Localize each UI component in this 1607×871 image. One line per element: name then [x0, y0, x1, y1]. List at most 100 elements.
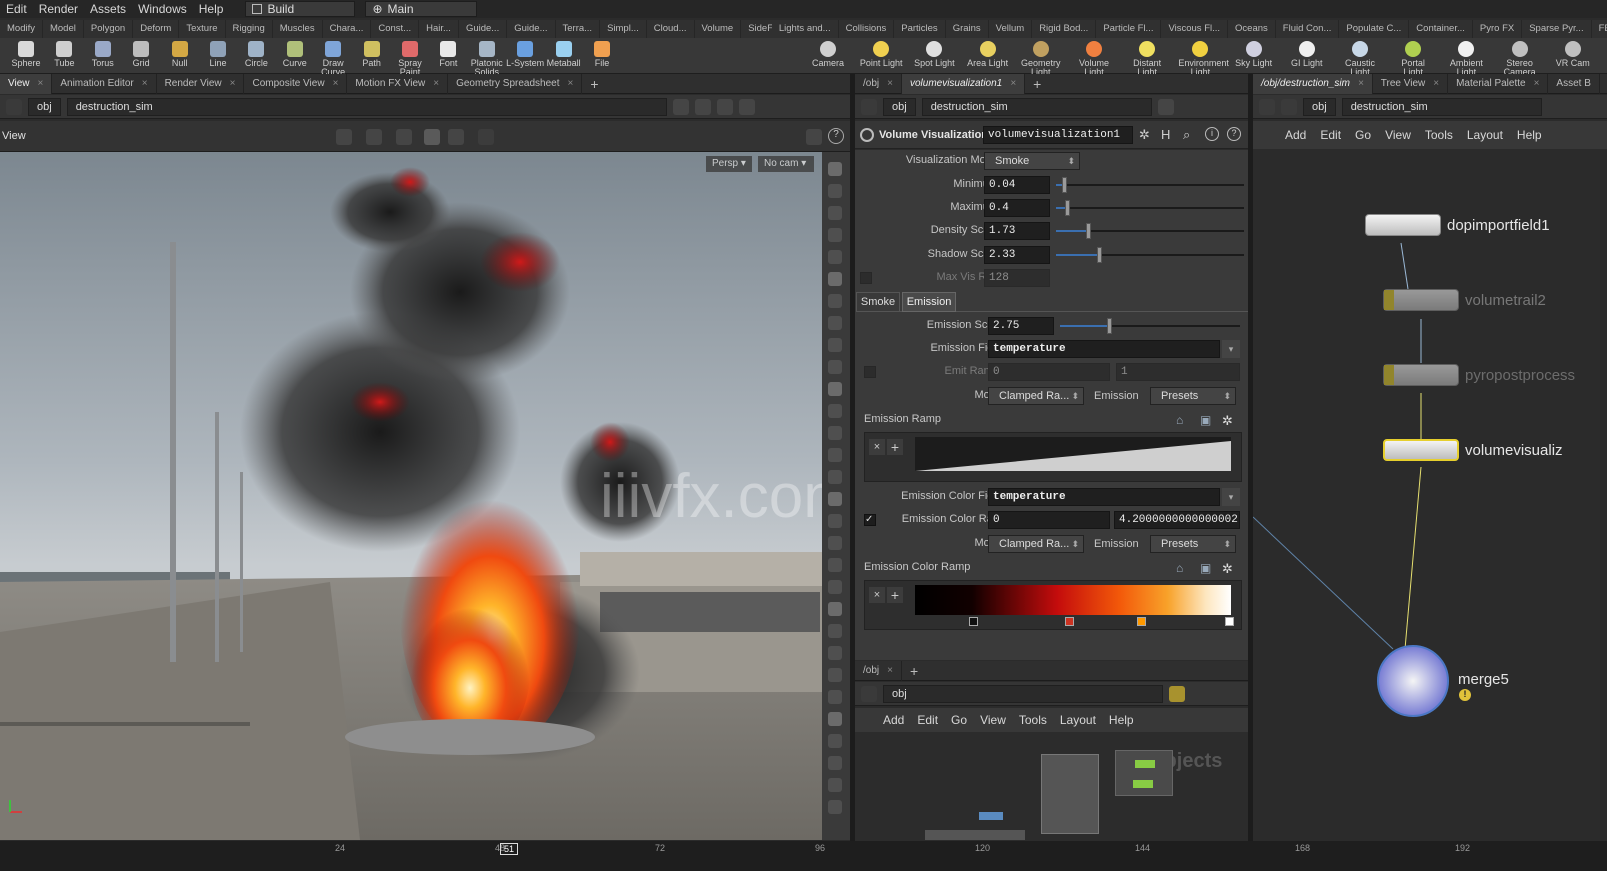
close-icon[interactable]: ×	[1358, 78, 1364, 89]
net-menu-5[interactable]: Layout	[1467, 128, 1503, 142]
shelf-tab-r8[interactable]: Oceans	[1228, 20, 1276, 38]
display-option-icon[interactable]	[828, 404, 842, 418]
info-icon[interactable]: i	[1205, 127, 1219, 141]
tool-file[interactable]: File	[580, 40, 624, 72]
current-frame[interactable]: 51	[500, 843, 519, 855]
emission-field-menu-icon[interactable]: ▾	[1222, 340, 1240, 358]
tool-area-light[interactable]: Area Light	[966, 40, 1010, 72]
color-key-1[interactable]	[969, 617, 978, 626]
display-option-icon[interactable]	[828, 536, 842, 550]
tool-caustic-light[interactable]: Caustic Light	[1338, 40, 1382, 77]
node-dopimportfield1[interactable]	[1365, 214, 1441, 236]
tool-tube[interactable]: Tube	[42, 40, 86, 72]
node-merge5[interactable]	[1377, 645, 1449, 717]
display-option-icon[interactable]	[828, 580, 842, 594]
link-icon[interactable]	[694, 98, 711, 115]
shelf-tab-r2[interactable]: Particles	[894, 20, 946, 38]
lower-menu-2[interactable]: Go	[951, 713, 967, 727]
tab-volumevisualization1[interactable]: volumevisualization1 ×	[901, 73, 1026, 94]
display-option-icon[interactable]	[828, 602, 842, 616]
shelf-tab-16[interactable]: SideF...	[741, 20, 772, 38]
camera-menu[interactable]: No cam ▾	[758, 156, 814, 172]
add-tab-icon[interactable]: +	[1025, 74, 1049, 94]
tool-environment-light[interactable]: Environment Light	[1178, 40, 1229, 77]
menu-render[interactable]: Render	[33, 2, 84, 16]
tab-obj[interactable]: /obj ×	[855, 73, 902, 94]
shelf-tab-r1[interactable]: Collisions	[839, 20, 895, 38]
help-h-icon[interactable]: H	[1161, 127, 1170, 142]
density-scale-field[interactable]: 1.73	[984, 222, 1050, 240]
display-option-icon[interactable]	[828, 558, 842, 572]
color-field-menu-icon[interactable]: ▾	[1222, 488, 1240, 506]
node-name-field[interactable]: volumevisualization1	[983, 126, 1133, 144]
max-vis-res-toggle[interactable]	[860, 272, 872, 284]
shelf-tab-7[interactable]: Chara...	[323, 20, 372, 38]
maximum-field[interactable]: 0.4	[984, 199, 1050, 217]
move-tool-icon[interactable]	[366, 129, 382, 145]
emission-ramp-curve[interactable]	[915, 437, 1231, 471]
display-option-icon[interactable]	[828, 646, 842, 660]
display-option-icon[interactable]	[828, 668, 842, 682]
tool-sphere[interactable]: Sphere	[4, 40, 48, 72]
tool-circle[interactable]: Circle	[234, 40, 278, 72]
subtab-smoke[interactable]: Smoke	[856, 292, 900, 312]
tool-l-system[interactable]: L-System	[503, 40, 547, 72]
context-dropdown[interactable]: ⊕ Main	[365, 1, 478, 17]
menu-help[interactable]: Help	[193, 2, 230, 16]
persp-menu[interactable]: Persp ▾	[706, 156, 752, 172]
shelf-tab-13[interactable]: Simpl...	[600, 20, 647, 38]
color-key-2[interactable]	[1065, 617, 1074, 626]
add-tab-icon[interactable]: +	[582, 74, 606, 94]
shelf-tab-6[interactable]: Muscles	[273, 20, 323, 38]
close-icon[interactable]: ×	[38, 78, 44, 89]
viewer-tab-2[interactable]: Render View ×	[157, 73, 245, 94]
color-ramp-gear-icon[interactable]: ✲	[1222, 561, 1233, 577]
lower-node-bar[interactable]	[925, 830, 1025, 840]
net-menu-6[interactable]: Help	[1517, 128, 1542, 142]
help-icon[interactable]: ?	[828, 128, 844, 144]
menu-edit[interactable]: Edit	[0, 2, 33, 16]
rotate-tool-icon[interactable]	[396, 129, 412, 145]
tool-ambient-light[interactable]: Ambient Light	[1444, 40, 1488, 77]
tool-metaball[interactable]: Metaball	[542, 40, 586, 72]
mode2-dropdown[interactable]: Clamped Ra...	[988, 535, 1084, 553]
lower-path-obj[interactable]: obj	[883, 684, 1163, 703]
presets2-dropdown[interactable]: Presets	[1150, 535, 1236, 553]
menu-windows[interactable]: Windows	[132, 2, 193, 16]
color-range-max[interactable]: 4.2000000000000002	[1114, 511, 1240, 529]
viewer-tab-5[interactable]: Geometry Spreadsheet ×	[448, 73, 583, 94]
net-menu-0[interactable]: Add	[1285, 128, 1306, 142]
close-icon[interactable]: ×	[1534, 78, 1540, 89]
presets-dropdown[interactable]: Presets	[1150, 387, 1236, 405]
ramp-save-icon[interactable]: ▣	[1200, 413, 1211, 427]
net-forward-icon[interactable]	[1281, 98, 1297, 115]
shadow-scale-slider[interactable]	[1056, 247, 1244, 263]
display-option-icon[interactable]	[828, 228, 842, 242]
viewport-options-icon[interactable]	[806, 129, 822, 145]
emission-scale-field[interactable]: 2.75	[988, 317, 1054, 335]
lower-node-box-2[interactable]	[1115, 750, 1173, 796]
tool-vr-cam[interactable]: VR Cam	[1551, 40, 1595, 72]
lower-menu-5[interactable]: Layout	[1060, 713, 1096, 727]
minimum-field[interactable]: 0.04	[984, 176, 1050, 194]
emission-field-input[interactable]: temperature	[988, 340, 1220, 358]
display-icon[interactable]	[738, 98, 755, 115]
shelf-tab-r4[interactable]: Vellum	[989, 20, 1033, 38]
shelf-tab-r13[interactable]: Sparse Pyr...	[1522, 20, 1592, 38]
display-option-icon[interactable]	[828, 800, 842, 814]
desktop-dropdown[interactable]: Build	[245, 1, 356, 17]
param-back-icon[interactable]	[861, 98, 877, 115]
display-option-icon[interactable]	[828, 272, 842, 286]
close-icon[interactable]: ×	[142, 78, 148, 89]
display-option-icon[interactable]	[828, 162, 842, 176]
scale-tool-icon[interactable]	[424, 129, 440, 145]
shelf-tab-r12[interactable]: Pyro FX	[1473, 20, 1523, 38]
display-option-icon[interactable]	[828, 448, 842, 462]
lower-pin-icon[interactable]	[1169, 685, 1185, 702]
emit-range-max[interactable]: 1	[1116, 363, 1240, 381]
net-back-icon[interactable]	[1259, 98, 1275, 115]
tool-sky-light[interactable]: Sky Light	[1232, 40, 1276, 72]
gear-icon[interactable]: ✲	[1139, 127, 1150, 143]
tool-null[interactable]: Null	[158, 40, 202, 72]
shelf-tab-r14[interactable]: FEM	[1592, 20, 1607, 38]
